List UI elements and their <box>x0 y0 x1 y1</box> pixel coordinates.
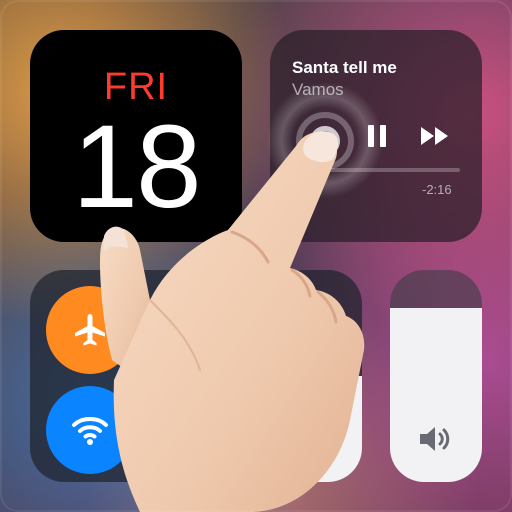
app-icon-frame <box>0 0 512 512</box>
